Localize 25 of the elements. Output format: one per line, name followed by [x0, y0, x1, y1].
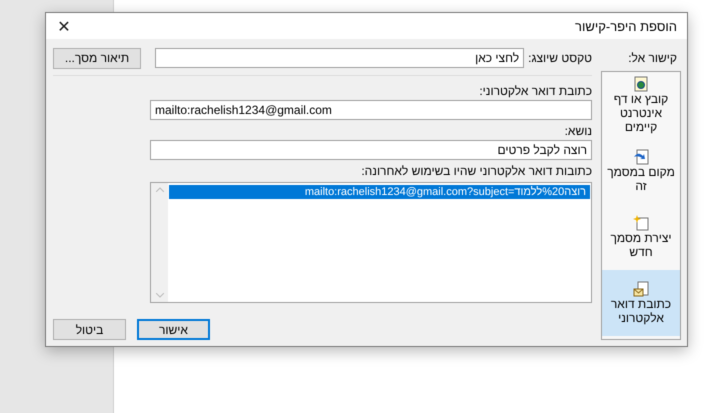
- recent-addresses-label: כתובות דואר אלקטרוני שהיו בשימוש לאחרונה:: [360, 164, 592, 178]
- link-type-item[interactable]: יצירת מסמך חדש: [602, 204, 680, 270]
- subject-field[interactable]: רוצה לקבל פרטים: [150, 140, 592, 160]
- document-star-icon: [633, 215, 649, 231]
- subject-label: נושא:: [564, 124, 592, 138]
- link-to-label: קישור אל:: [627, 50, 678, 65]
- display-text-label: טקסט שיוצג:: [528, 51, 592, 65]
- document-arrow-icon: [633, 149, 649, 165]
- document-envelope-icon: [633, 281, 649, 297]
- scroll-down-icon[interactable]: [156, 293, 164, 298]
- dialog-button[interactable]: אישור: [137, 319, 210, 340]
- window-title: הוספת היפר-קישור: [575, 18, 677, 34]
- screentip-button[interactable]: תיאור מסך...: [53, 48, 141, 68]
- link-type-item[interactable]: מקום במסמך זה: [602, 138, 680, 204]
- email-field[interactable]: mailto:rachelish1234@gmail.com: [150, 100, 592, 120]
- dialog-button[interactable]: ביטול: [53, 319, 126, 340]
- document-globe-icon: [634, 76, 648, 92]
- email-label: כתובת דואר אלקטרוני:: [478, 84, 592, 98]
- close-button[interactable]: ✕: [50, 13, 78, 39]
- scroll-up-icon[interactable]: [156, 187, 164, 192]
- recent-address-item[interactable]: mailto:rachelish1234@gmail.com?subject=רוצה%20ללמוד: [169, 185, 590, 199]
- link-type-item[interactable]: קובץ או דף אינטרנט קיימים: [602, 72, 680, 138]
- display-text-field[interactable]: לחצי כאן: [155, 48, 524, 68]
- scrollbar[interactable]: [151, 183, 168, 302]
- link-type-item[interactable]: כתובת דואר אלקטרוני: [602, 270, 680, 336]
